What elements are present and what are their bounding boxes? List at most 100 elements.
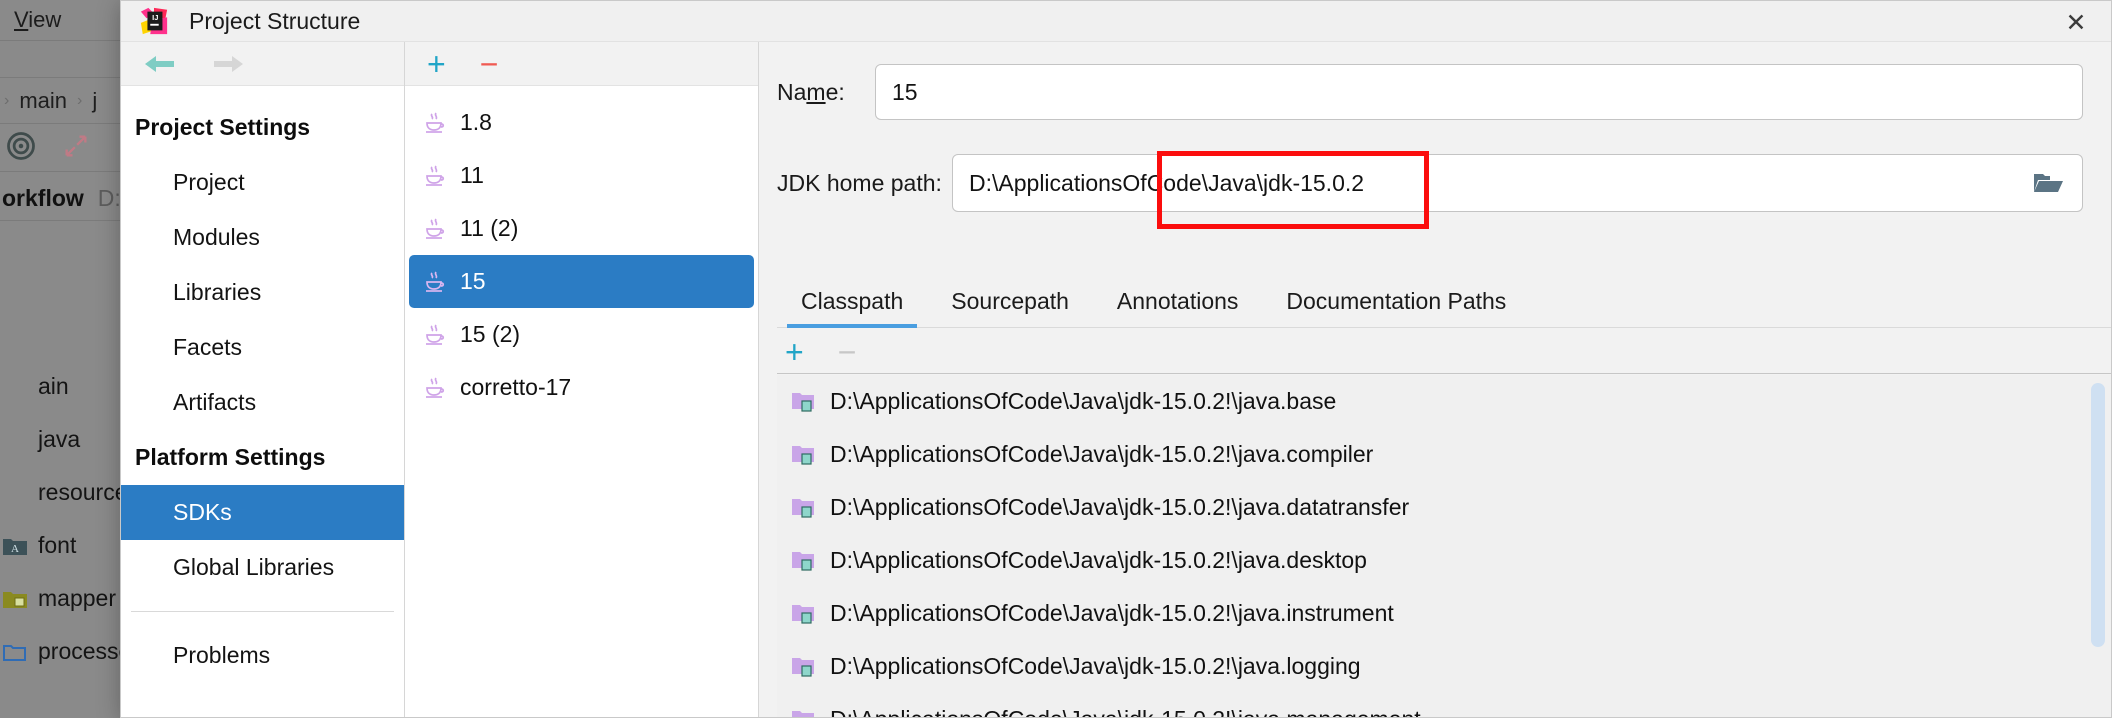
classpath-label: D:\ApplicationsOfCode\Java\jdk-15.0.2!\j… xyxy=(830,441,1374,467)
classpath-row[interactable]: D:\ApplicationsOfCode\Java\jdk-15.0.2!\j… xyxy=(777,693,2111,717)
intellij-logo-icon: IJ xyxy=(139,6,169,36)
tree-item-label: java xyxy=(38,426,81,452)
nav-item-modules[interactable]: Modules xyxy=(121,210,404,265)
classpath-scrollbar[interactable] xyxy=(2091,383,2105,647)
classpath-list[interactable]: D:\ApplicationsOfCode\Java\jdk-15.0.2!\j… xyxy=(777,375,2111,717)
sdk-item-label: 15 (2) xyxy=(460,321,521,347)
nav-divider xyxy=(131,611,394,612)
breadcrumb-chevron-icon: › xyxy=(4,92,10,109)
classpath-label: D:\ApplicationsOfCode\Java\jdk-15.0.2!\j… xyxy=(830,494,1410,520)
nav-item-artifacts[interactable]: Artifacts xyxy=(121,375,404,430)
svg-text:A: A xyxy=(11,543,19,555)
target-icon[interactable] xyxy=(6,131,36,166)
tab-classpath[interactable]: Classpath xyxy=(777,288,927,328)
module-folder-icon xyxy=(791,443,818,466)
add-classpath-button[interactable]: + xyxy=(785,336,804,368)
tree-item[interactable]: ain xyxy=(0,360,130,413)
sdk-item-label: 1.8 xyxy=(460,109,492,135)
jdk-home-path-label: JDK home path: xyxy=(777,169,942,196)
java-sdk-icon xyxy=(421,322,447,348)
tree-item-label: font xyxy=(38,532,77,558)
back-arrow-icon[interactable] xyxy=(143,51,177,77)
jdk-home-path-input[interactable]: D:\ApplicationsOfCode\Java\jdk-15.0.2 xyxy=(952,154,2083,212)
name-label: Name: xyxy=(777,78,845,105)
tree-item[interactable]: java xyxy=(0,413,130,466)
settings-nav-panel: Project Settings Project Modules Librari… xyxy=(121,42,405,717)
mapper-folder-icon xyxy=(2,588,28,610)
nav-group-platform-settings: Platform Settings xyxy=(135,444,326,470)
add-sdk-button[interactable]: + xyxy=(427,48,446,80)
nav-item-facets[interactable]: Facets xyxy=(121,320,404,375)
tab-sourcepath[interactable]: Sourcepath xyxy=(927,288,1093,327)
sdk-list-toolbar: + − xyxy=(405,42,758,86)
tab-documentation-paths[interactable]: Documentation Paths xyxy=(1262,288,1530,327)
blank-icon xyxy=(2,376,28,398)
classpath-row[interactable]: D:\ApplicationsOfCode\Java\jdk-15.0.2!\j… xyxy=(777,587,2111,640)
tree-item[interactable]: resources xyxy=(0,466,139,519)
remove-sdk-button[interactable]: − xyxy=(480,48,499,80)
classpath-label: D:\ApplicationsOfCode\Java\jdk-15.0.2!\j… xyxy=(830,547,1367,573)
blank-icon xyxy=(2,429,28,451)
sdk-list-item-selected[interactable]: 15 xyxy=(409,255,754,308)
tree-item-label: processe xyxy=(38,638,132,664)
tree-item-label: mapper xyxy=(38,585,116,611)
module-folder-icon xyxy=(791,549,818,572)
module-folder-icon xyxy=(791,390,818,413)
nav-item-global-libraries[interactable]: Global Libraries xyxy=(121,540,404,595)
project-name: orkflow xyxy=(2,184,84,211)
nav-item-problems[interactable]: Problems xyxy=(121,628,404,683)
nav-item-project[interactable]: Project xyxy=(121,155,404,210)
sdk-item-label: 15 xyxy=(460,268,486,294)
nav-item-libraries[interactable]: Libraries xyxy=(121,265,404,320)
dialog-title: Project Structure xyxy=(189,7,361,34)
jdk-home-path-row: JDK home path: D:\ApplicationsOfCode\Jav… xyxy=(777,154,2083,212)
nav-item-sdks[interactable]: SDKs xyxy=(121,485,404,540)
breadcrumb-item-main[interactable]: main xyxy=(19,88,67,114)
sdk-list: 1.8 11 11 (2) 15 15 (2) corretto-17 xyxy=(405,86,758,414)
collapse-icon[interactable] xyxy=(62,132,90,165)
classpath-row[interactable]: D:\ApplicationsOfCode\Java\jdk-15.0.2!\j… xyxy=(777,428,2111,481)
blue-folder-icon xyxy=(2,641,28,663)
nav-group-project-settings: Project Settings xyxy=(135,114,311,140)
sdk-item-label: corretto-17 xyxy=(460,374,572,400)
sdk-list-item[interactable]: 15 (2) xyxy=(409,308,754,361)
sdk-list-item[interactable]: 1.8 xyxy=(409,96,754,149)
forward-arrow-icon xyxy=(211,51,245,77)
close-icon[interactable]: ✕ xyxy=(2059,9,2093,37)
java-sdk-icon xyxy=(421,216,447,242)
sdk-list-item[interactable]: 11 (2) xyxy=(409,202,754,255)
classpath-row[interactable]: D:\ApplicationsOfCode\Java\jdk-15.0.2!\j… xyxy=(777,375,2111,428)
classpath-row[interactable]: D:\ApplicationsOfCode\Java\jdk-15.0.2!\j… xyxy=(777,640,2111,693)
breadcrumb-item-j[interactable]: j xyxy=(92,88,97,114)
sdk-list-item[interactable]: 11 xyxy=(409,149,754,202)
menu-item-view[interactable]: VViewiew xyxy=(0,7,75,33)
sdk-item-label: 11 (2) xyxy=(460,215,519,241)
tree-item-label: ain xyxy=(38,373,69,399)
java-sdk-icon xyxy=(421,163,447,189)
remove-classpath-button: − xyxy=(837,333,857,370)
java-sdk-icon xyxy=(421,269,447,295)
classpath-row[interactable]: D:\ApplicationsOfCode\Java\jdk-15.0.2!\j… xyxy=(777,481,2111,534)
sdk-item-label: 11 xyxy=(460,162,484,188)
project-tree: ain java resources A font mapper process… xyxy=(0,360,139,678)
module-folder-icon xyxy=(791,602,818,625)
tab-annotations[interactable]: Annotations xyxy=(1093,288,1262,327)
folder-open-icon[interactable] xyxy=(2033,170,2064,196)
sdk-list-item[interactable]: corretto-17 xyxy=(409,361,754,414)
dialog-body: Project Settings Project Modules Librari… xyxy=(121,42,2111,717)
font-folder-icon: A xyxy=(2,535,28,557)
module-folder-icon xyxy=(791,655,818,678)
tree-item[interactable]: A font xyxy=(0,519,130,572)
nav-toolbar xyxy=(121,42,404,86)
settings-nav-list: Project Settings Project Modules Librari… xyxy=(121,86,404,683)
blank-icon xyxy=(2,482,28,504)
name-field-row: Name: 15 xyxy=(777,64,2083,120)
classpath-row[interactable]: D:\ApplicationsOfCode\Java\jdk-15.0.2!\j… xyxy=(777,534,2111,587)
java-sdk-icon xyxy=(421,375,447,401)
classpath-label: D:\ApplicationsOfCode\Java\jdk-15.0.2!\j… xyxy=(830,653,1361,679)
java-sdk-icon xyxy=(421,110,447,136)
name-input[interactable]: 15 xyxy=(875,64,2083,120)
tree-item[interactable]: processe xyxy=(0,625,132,678)
sdk-detail-panel: Name: 15 JDK home path: D:\ApplicationsO… xyxy=(759,42,2111,717)
tree-item[interactable]: mapper xyxy=(0,572,130,625)
